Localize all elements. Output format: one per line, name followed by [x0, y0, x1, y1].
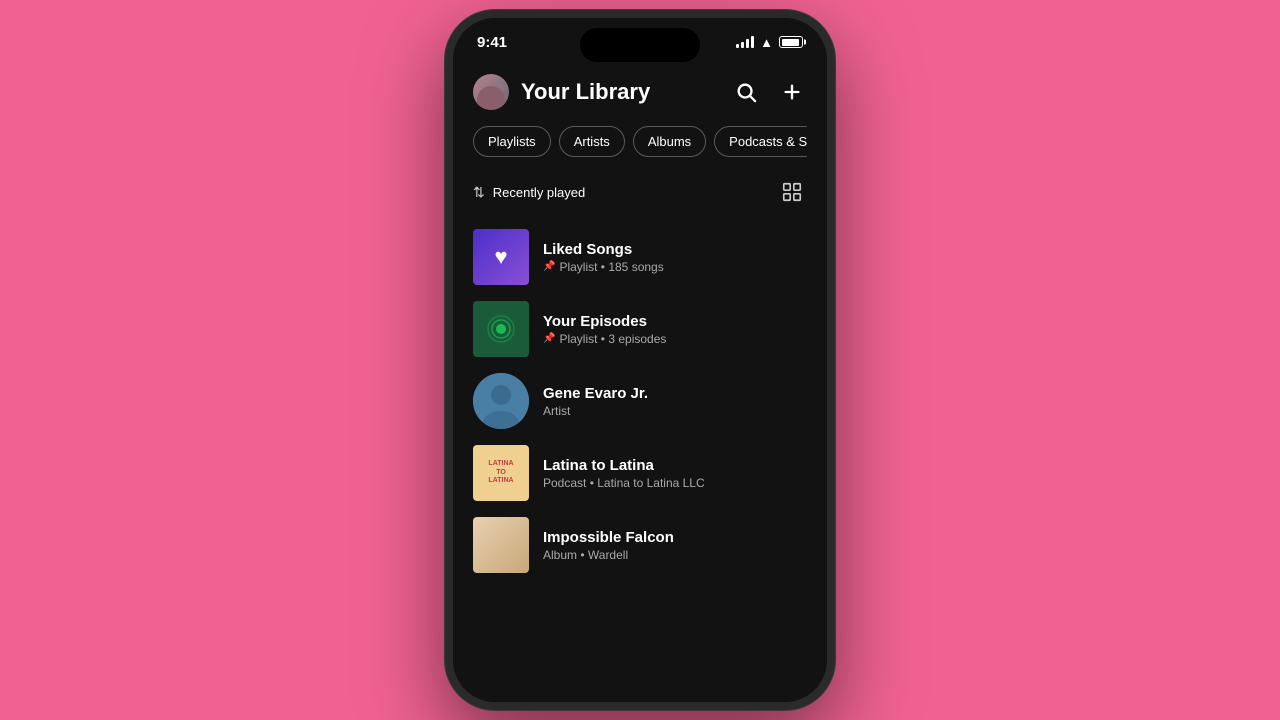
latina-thumb: LATINATOLATINA: [473, 445, 529, 501]
impossible-info: Impossible Falcon Album • Wardell: [543, 529, 807, 562]
your-episodes-subtitle: 📌 Playlist • 3 episodes: [543, 332, 807, 346]
liked-songs-subtitle: 📌 Playlist • 185 songs: [543, 260, 807, 274]
library-header: Your Library: [473, 62, 807, 126]
liked-songs-meta: Playlist • 185 songs: [559, 260, 663, 274]
your-episodes-meta: Playlist • 3 episodes: [559, 332, 666, 346]
list-item-your-episodes[interactable]: Your Episodes 📌 Playlist • 3 episodes: [473, 293, 807, 365]
your-episodes-info: Your Episodes 📌 Playlist • 3 episodes: [543, 313, 807, 346]
gene-evaro-art: [473, 373, 529, 429]
sort-row: ⇅ Recently played: [473, 177, 807, 207]
impossible-title: Impossible Falcon: [543, 529, 807, 546]
liked-songs-title: Liked Songs: [543, 241, 807, 258]
signal-bars-icon: [736, 36, 754, 48]
impossible-meta: Album • Wardell: [543, 548, 628, 562]
gene-evaro-meta: Artist: [543, 404, 570, 418]
sort-arrows-icon: ⇅: [473, 184, 485, 201]
page-title: Your Library: [521, 79, 650, 105]
dynamic-island: [580, 28, 700, 62]
screen-content: Your Library: [453, 62, 827, 702]
library-list: ♥ Liked Songs 📌 Playlist • 185 songs: [473, 221, 807, 581]
latina-art: LATINATOLATINA: [473, 445, 529, 501]
liked-songs-info: Liked Songs 📌 Playlist • 185 songs: [543, 241, 807, 274]
gene-evaro-info: Gene Evaro Jr. Artist: [543, 385, 807, 418]
liked-songs-thumb: ♥: [473, 229, 529, 285]
list-item-latina[interactable]: LATINATOLATINA Latina to Latina Podcast …: [473, 437, 807, 509]
header-left: Your Library: [473, 74, 650, 110]
status-time: 9:41: [477, 34, 507, 51]
tab-artists[interactable]: Artists: [559, 126, 625, 157]
list-item-impossible-falcon[interactable]: Impossible Falcon Album • Wardell: [473, 509, 807, 581]
tab-playlists[interactable]: Playlists: [473, 126, 551, 157]
list-item-gene-evaro[interactable]: Gene Evaro Jr. Artist: [473, 365, 807, 437]
search-button[interactable]: [731, 77, 761, 107]
grid-view-button[interactable]: [777, 177, 807, 207]
podcast-wave-icon: [485, 313, 517, 345]
gene-evaro-subtitle: Artist: [543, 404, 807, 418]
battery-icon: [779, 36, 803, 48]
bar3: [746, 39, 749, 48]
phone-frame: 9:41 ▲: [445, 10, 835, 710]
list-item-liked-songs[interactable]: ♥ Liked Songs 📌 Playlist • 185 songs: [473, 221, 807, 293]
avatar[interactable]: [473, 74, 509, 110]
pin-icon-2: 📌: [543, 333, 555, 344]
latina-subtitle: Podcast • Latina to Latina LLC: [543, 476, 807, 490]
heart-icon: ♥: [494, 244, 507, 270]
your-episodes-thumb: [473, 301, 529, 357]
add-button[interactable]: [777, 77, 807, 107]
latina-meta: Podcast • Latina to Latina LLC: [543, 476, 705, 490]
impossible-subtitle: Album • Wardell: [543, 548, 807, 562]
tab-podcasts[interactable]: Podcasts & Sho: [714, 126, 807, 157]
wifi-icon: ▲: [760, 35, 773, 50]
your-episodes-title: Your Episodes: [543, 313, 807, 330]
bar2: [741, 42, 744, 48]
latina-info: Latina to Latina Podcast • Latina to Lat…: [543, 457, 807, 490]
pin-icon: 📌: [543, 261, 555, 272]
impossible-thumb: [473, 517, 529, 573]
gene-evaro-title: Gene Evaro Jr.: [543, 385, 807, 402]
bar1: [736, 44, 739, 48]
gene-evaro-thumb: [473, 373, 529, 429]
tab-albums[interactable]: Albums: [633, 126, 706, 157]
avatar-silhouette: [477, 86, 505, 110]
sort-label[interactable]: ⇅ Recently played: [473, 184, 585, 201]
sort-text: Recently played: [493, 185, 586, 200]
filter-tabs: Playlists Artists Albums Podcasts & Sho: [473, 126, 807, 157]
phone-wrapper: 9:41 ▲: [445, 10, 835, 710]
phone-screen: 9:41 ▲: [453, 18, 827, 702]
bar4: [751, 36, 754, 48]
status-icons: ▲: [736, 35, 803, 50]
header-actions: [731, 77, 807, 107]
latina-title: Latina to Latina: [543, 457, 807, 474]
battery-fill: [782, 39, 799, 46]
impossible-art: [473, 517, 529, 573]
